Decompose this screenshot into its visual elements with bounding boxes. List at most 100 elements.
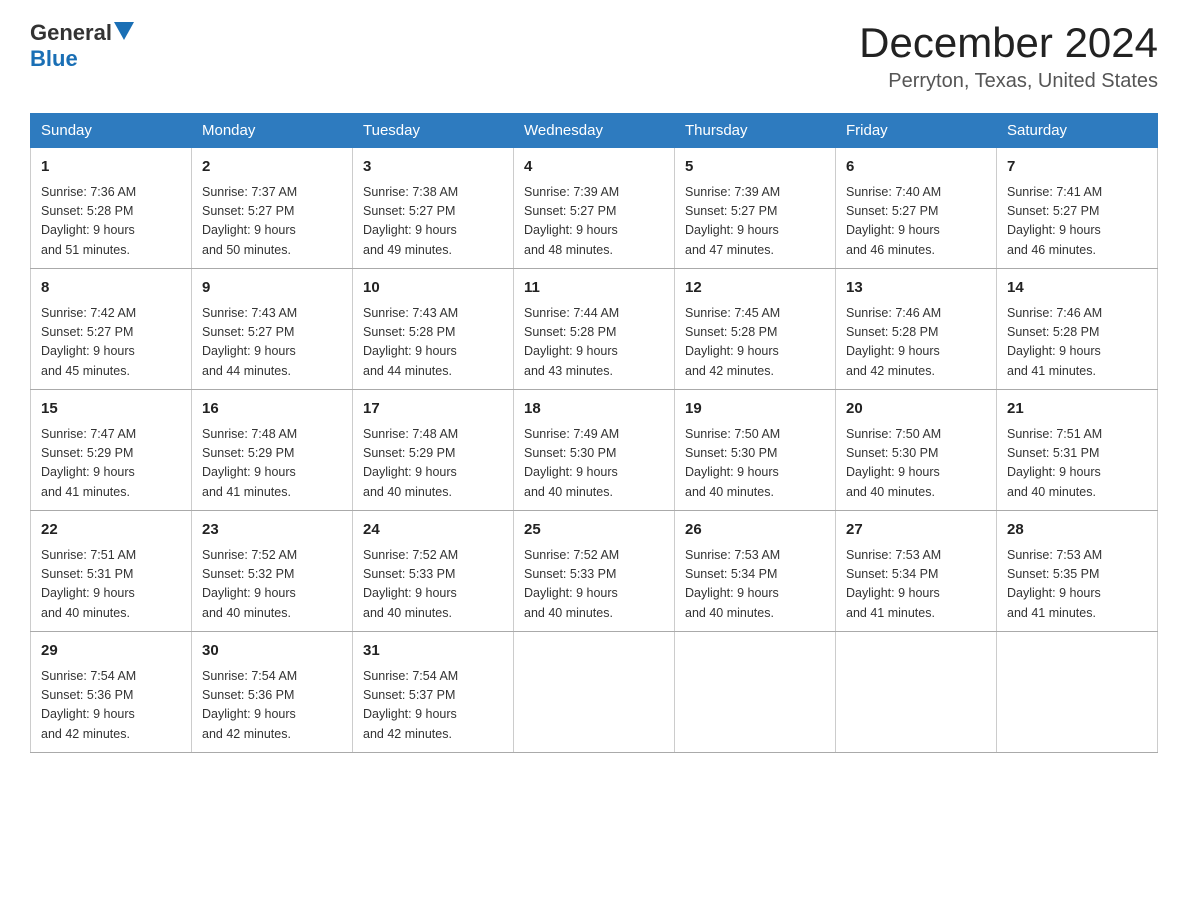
- logo-general: General: [30, 20, 112, 45]
- day-number: 29: [41, 640, 181, 663]
- weekday-header-wednesday: Wednesday: [514, 114, 675, 148]
- weekday-header-tuesday: Tuesday: [353, 114, 514, 148]
- day-number: 21: [1007, 398, 1147, 421]
- day-info: Sunrise: 7:41 AMSunset: 5:27 PMDaylight:…: [1007, 183, 1147, 261]
- day-number: 19: [685, 398, 825, 421]
- calendar-cell: 19 Sunrise: 7:50 AMSunset: 5:30 PMDayligh…: [675, 390, 836, 511]
- day-info: Sunrise: 7:52 AMSunset: 5:32 PMDaylight:…: [202, 546, 342, 624]
- day-info: Sunrise: 7:52 AMSunset: 5:33 PMDaylight:…: [363, 546, 503, 624]
- calendar-cell: 29 Sunrise: 7:54 AMSunset: 5:36 PMDayligh…: [31, 632, 192, 753]
- calendar-cell: 12 Sunrise: 7:45 AMSunset: 5:28 PMDayligh…: [675, 269, 836, 390]
- calendar-cell: 7 Sunrise: 7:41 AMSunset: 5:27 PMDaylight…: [997, 148, 1158, 269]
- day-info: Sunrise: 7:54 AMSunset: 5:37 PMDaylight:…: [363, 667, 503, 745]
- day-number: 13: [846, 277, 986, 300]
- day-number: 25: [524, 519, 664, 542]
- day-info: Sunrise: 7:53 AMSunset: 5:35 PMDaylight:…: [1007, 546, 1147, 624]
- calendar-cell: 28Sunrise: 7:53 AMSunset: 5:35 PMDayligh…: [997, 511, 1158, 632]
- day-info: Sunrise: 7:52 AMSunset: 5:33 PMDaylight:…: [524, 546, 664, 624]
- day-number: 26: [685, 519, 825, 542]
- calendar-week-row: 29 Sunrise: 7:54 AMSunset: 5:36 PMDayligh…: [31, 632, 1158, 753]
- location-subtitle: Perryton, Texas, United States: [859, 70, 1158, 93]
- day-info: Sunrise: 7:39 AMSunset: 5:27 PMDaylight:…: [524, 183, 664, 261]
- day-info: Sunrise: 7:48 AMSunset: 5:29 PMDaylight:…: [202, 425, 342, 503]
- logo-text: General Blue: [30, 20, 134, 72]
- day-number: 9: [202, 277, 342, 300]
- day-number: 4: [524, 156, 664, 179]
- day-number: 16: [202, 398, 342, 421]
- calendar-cell: 15 Sunrise: 7:47 AMSunset: 5:29 PMDayligh…: [31, 390, 192, 511]
- day-info: Sunrise: 7:43 AMSunset: 5:28 PMDaylight:…: [363, 304, 503, 382]
- day-number: 3: [363, 156, 503, 179]
- calendar-cell: 23 Sunrise: 7:52 AMSunset: 5:32 PMDayligh…: [192, 511, 353, 632]
- day-info: Sunrise: 7:50 AMSunset: 5:30 PMDaylight:…: [685, 425, 825, 503]
- day-number: 31: [363, 640, 503, 663]
- day-info: Sunrise: 7:54 AMSunset: 5:36 PMDaylight:…: [41, 667, 181, 745]
- calendar-cell: 27Sunrise: 7:53 AMSunset: 5:34 PMDayligh…: [836, 511, 997, 632]
- day-info: Sunrise: 7:47 AMSunset: 5:29 PMDaylight:…: [41, 425, 181, 503]
- logo: General Blue: [30, 20, 134, 72]
- day-number: 8: [41, 277, 181, 300]
- calendar-week-row: 8 Sunrise: 7:42 AMSunset: 5:27 PMDaylight…: [31, 269, 1158, 390]
- calendar-cell: 16 Sunrise: 7:48 AMSunset: 5:29 PMDayligh…: [192, 390, 353, 511]
- title-block: December 2024 Perryton, Texas, United St…: [859, 20, 1158, 93]
- calendar-cell: 5Sunrise: 7:39 AMSunset: 5:27 PMDaylight…: [675, 148, 836, 269]
- page-header: General Blue December 2024 Perryton, Tex…: [30, 20, 1158, 93]
- calendar-cell: 14 Sunrise: 7:46 AMSunset: 5:28 PMDayligh…: [997, 269, 1158, 390]
- day-number: 10: [363, 277, 503, 300]
- day-info: Sunrise: 7:44 AMSunset: 5:28 PMDaylight:…: [524, 304, 664, 382]
- day-info: Sunrise: 7:51 AMSunset: 5:31 PMDaylight:…: [1007, 425, 1147, 503]
- calendar-cell: 22 Sunrise: 7:51 AMSunset: 5:31 PMDayligh…: [31, 511, 192, 632]
- calendar-week-row: 1 Sunrise: 7:36 AMSunset: 5:28 PMDaylight…: [31, 148, 1158, 269]
- calendar-cell: 24Sunrise: 7:52 AMSunset: 5:33 PMDayligh…: [353, 511, 514, 632]
- day-number: 20: [846, 398, 986, 421]
- calendar-cell: 3 Sunrise: 7:38 AMSunset: 5:27 PMDaylight…: [353, 148, 514, 269]
- day-number: 11: [524, 277, 664, 300]
- logo-triangle-icon: [114, 22, 134, 40]
- day-info: Sunrise: 7:49 AMSunset: 5:30 PMDaylight:…: [524, 425, 664, 503]
- calendar-table: SundayMondayTuesdayWednesdayThursdayFrid…: [30, 113, 1158, 753]
- day-info: Sunrise: 7:37 AMSunset: 5:27 PMDaylight:…: [202, 183, 342, 261]
- day-number: 12: [685, 277, 825, 300]
- calendar-cell: 26 Sunrise: 7:53 AMSunset: 5:34 PMDayligh…: [675, 511, 836, 632]
- day-info: Sunrise: 7:38 AMSunset: 5:27 PMDaylight:…: [363, 183, 503, 261]
- calendar-cell: 21 Sunrise: 7:51 AMSunset: 5:31 PMDayligh…: [997, 390, 1158, 511]
- calendar-cell: 31 Sunrise: 7:54 AMSunset: 5:37 PMDayligh…: [353, 632, 514, 753]
- day-number: 14: [1007, 277, 1147, 300]
- day-info: Sunrise: 7:53 AMSunset: 5:34 PMDaylight:…: [685, 546, 825, 624]
- weekday-header-saturday: Saturday: [997, 114, 1158, 148]
- calendar-cell: 4 Sunrise: 7:39 AMSunset: 5:27 PMDaylight…: [514, 148, 675, 269]
- calendar-week-row: 15 Sunrise: 7:47 AMSunset: 5:29 PMDayligh…: [31, 390, 1158, 511]
- calendar-cell: 10 Sunrise: 7:43 AMSunset: 5:28 PMDayligh…: [353, 269, 514, 390]
- day-number: 2: [202, 156, 342, 179]
- day-number: 30: [202, 640, 342, 663]
- day-info: Sunrise: 7:46 AMSunset: 5:28 PMDaylight:…: [1007, 304, 1147, 382]
- day-info: Sunrise: 7:36 AMSunset: 5:28 PMDaylight:…: [41, 183, 181, 261]
- calendar-cell: 9 Sunrise: 7:43 AMSunset: 5:27 PMDaylight…: [192, 269, 353, 390]
- logo-blue: Blue: [30, 46, 78, 71]
- day-info: Sunrise: 7:45 AMSunset: 5:28 PMDaylight:…: [685, 304, 825, 382]
- day-number: 5: [685, 156, 825, 179]
- calendar-cell: 11 Sunrise: 7:44 AMSunset: 5:28 PMDayligh…: [514, 269, 675, 390]
- day-info: Sunrise: 7:46 AMSunset: 5:28 PMDaylight:…: [846, 304, 986, 382]
- month-year-title: December 2024: [859, 20, 1158, 66]
- day-number: 22: [41, 519, 181, 542]
- calendar-cell: [675, 632, 836, 753]
- day-info: Sunrise: 7:50 AMSunset: 5:30 PMDaylight:…: [846, 425, 986, 503]
- day-number: 1: [41, 156, 181, 179]
- calendar-cell: 25 Sunrise: 7:52 AMSunset: 5:33 PMDayligh…: [514, 511, 675, 632]
- day-number: 15: [41, 398, 181, 421]
- day-info: Sunrise: 7:43 AMSunset: 5:27 PMDaylight:…: [202, 304, 342, 382]
- day-number: 7: [1007, 156, 1147, 179]
- calendar-cell: 2 Sunrise: 7:37 AMSunset: 5:27 PMDaylight…: [192, 148, 353, 269]
- weekday-header-sunday: Sunday: [31, 114, 192, 148]
- calendar-cell: 30Sunrise: 7:54 AMSunset: 5:36 PMDayligh…: [192, 632, 353, 753]
- day-info: Sunrise: 7:51 AMSunset: 5:31 PMDaylight:…: [41, 546, 181, 624]
- calendar-cell: 1 Sunrise: 7:36 AMSunset: 5:28 PMDaylight…: [31, 148, 192, 269]
- day-number: 23: [202, 519, 342, 542]
- day-number: 27: [846, 519, 986, 542]
- calendar-week-row: 22 Sunrise: 7:51 AMSunset: 5:31 PMDayligh…: [31, 511, 1158, 632]
- day-info: Sunrise: 7:42 AMSunset: 5:27 PMDaylight:…: [41, 304, 181, 382]
- day-number: 17: [363, 398, 503, 421]
- calendar-cell: 17Sunrise: 7:48 AMSunset: 5:29 PMDayligh…: [353, 390, 514, 511]
- day-number: 6: [846, 156, 986, 179]
